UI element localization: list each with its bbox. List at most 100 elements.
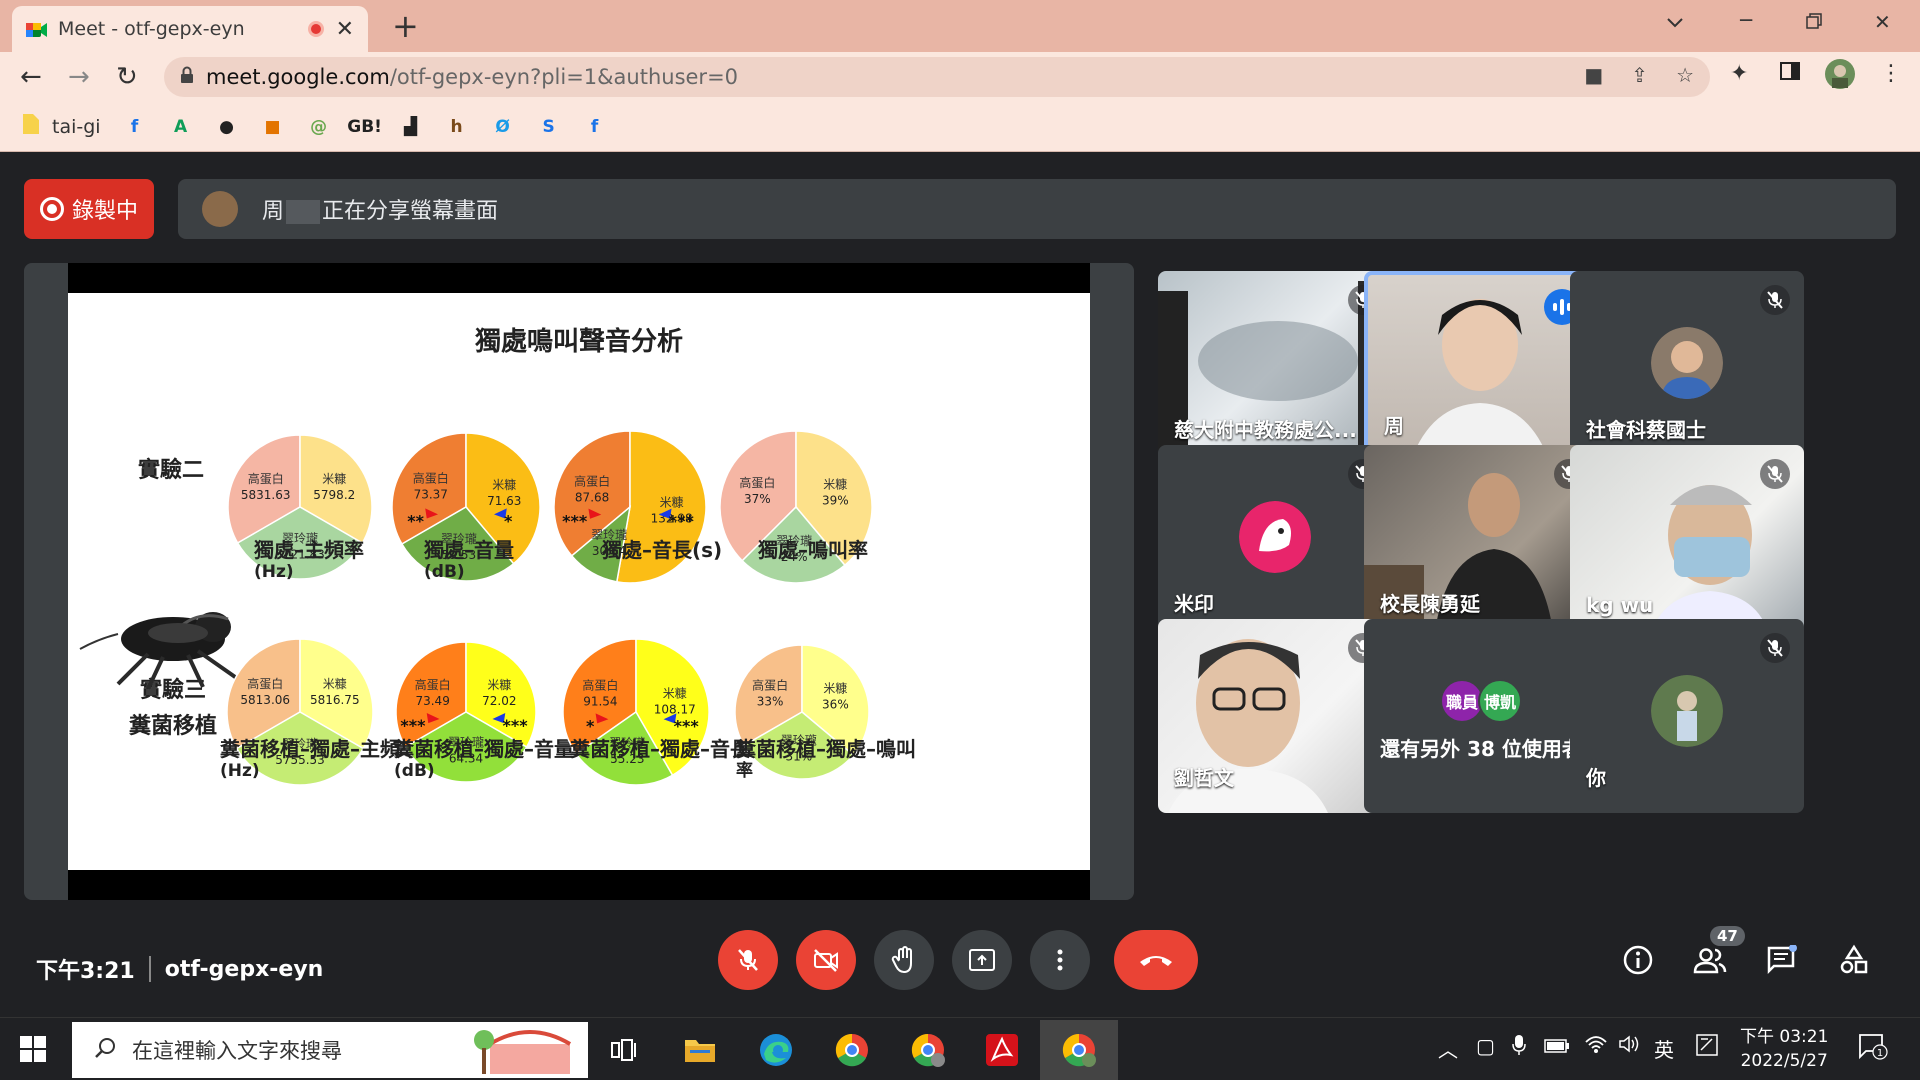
bookmark-folder-tai-gi[interactable]: tai-gi: [22, 113, 101, 140]
participant-tile[interactable]: 社會科蔡國士: [1570, 271, 1804, 465]
meeting-details-button[interactable]: [1620, 942, 1656, 978]
tray-meet-icon[interactable]: ▢: [1476, 1034, 1495, 1058]
slice-value: 39%: [822, 494, 849, 508]
chrome-profile-icon[interactable]: [908, 1030, 948, 1070]
star-bookmark-icon[interactable]: ☆: [1676, 63, 1694, 87]
chat-button[interactable]: [1764, 942, 1800, 978]
slice-value: 72.02: [482, 694, 516, 708]
chrome-menu-icon[interactable]: ⋮: [1880, 61, 1902, 86]
bookmark-circle-s-icon[interactable]: Ø: [491, 115, 515, 139]
slice-label: 高蛋白: [413, 471, 449, 486]
gb-icon: GB!: [347, 116, 382, 137]
circle-s-icon: Ø: [495, 116, 510, 137]
avatar: 博凱: [1478, 679, 1522, 723]
activities-button[interactable]: [1836, 942, 1872, 978]
windows-start-icon[interactable]: [20, 1036, 46, 1066]
edge-browser-icon[interactable]: [756, 1030, 796, 1070]
microphone-toggle-button[interactable]: [718, 930, 778, 990]
participant-name: 你: [1586, 766, 1606, 790]
significance-stars: ***: [669, 512, 695, 531]
back-arrow-icon[interactable]: ←: [20, 62, 42, 92]
close-tab-icon[interactable]: ✕: [336, 17, 354, 42]
reload-icon[interactable]: ↻: [116, 62, 138, 92]
bookmark-s-icon[interactable]: S: [537, 115, 561, 139]
participant-tile[interactable]: kg wu: [1570, 445, 1804, 639]
more-options-button[interactable]: [1030, 930, 1090, 990]
significance-stars: *: [504, 511, 513, 530]
participant-tile[interactable]: 職員 博凱 還有另外 38 位使用者: [1364, 619, 1598, 813]
address-bar[interactable]: meet.google.com/otf-gepx-eyn?pli=1&authu…: [164, 57, 1710, 97]
tab-search-chevron-icon[interactable]: [1666, 10, 1684, 34]
bookmark-globe-icon[interactable]: ●: [215, 115, 239, 139]
tray-microphone-icon[interactable]: [1512, 1034, 1526, 1061]
chrome-icon[interactable]: [832, 1030, 872, 1070]
significance-stars: *: [586, 716, 595, 735]
slice-label: 米糠: [487, 677, 511, 692]
raise-hand-button[interactable]: [874, 930, 934, 990]
pie-chart-3: 高蛋白87.68 米糠132.98翠玲瓏30.64*** ***: [553, 430, 707, 584]
pie-caption: 糞菌移植–獨處–鳴叫率: [736, 737, 916, 781]
side-panel-icon[interactable]: [1780, 61, 1800, 87]
acrobat-icon[interactable]: [982, 1030, 1022, 1070]
slice-label: 米糠: [663, 686, 687, 701]
ime-mode-icon[interactable]: [1696, 1034, 1718, 1061]
participant-tile[interactable]: 米印: [1158, 445, 1392, 639]
share-icon[interactable]: ⇪: [1631, 63, 1648, 87]
significance-stars: ***: [502, 716, 528, 735]
chrome-meet-active-icon[interactable]: [1040, 1020, 1118, 1080]
people-button[interactable]: 47: [1692, 926, 1745, 978]
bookmark-app-icon[interactable]: ■: [261, 115, 285, 139]
mic-off-icon: [738, 949, 758, 971]
bookmark-gb-icon[interactable]: GB!: [347, 115, 382, 139]
ime-indicator[interactable]: 英: [1654, 1034, 1674, 1063]
translate-icon: A: [173, 116, 188, 137]
slice-label: 高蛋白: [415, 677, 451, 692]
pie-caption: 獨處–主頻率 (Hz): [254, 538, 364, 582]
bookmark-f-icon[interactable]: f: [123, 115, 147, 139]
profile-avatar[interactable]: [1824, 58, 1856, 96]
shared-screen: 獨處鳴叫聲音分析 實驗二 實驗三 糞菌移植 高蛋白 5831.63 米糠 5798.2…: [68, 263, 1090, 900]
browser-tab[interactable]: Meet - otf-gepx-eyn ✕: [12, 6, 368, 52]
slice-value: 91.54: [583, 694, 617, 708]
pie-chart-4: 高蛋白37%米糠39%翠玲瓏24%: [719, 430, 873, 584]
slice-value: 5798.2: [313, 488, 355, 502]
muted-mic-icon: [1760, 285, 1790, 315]
camera-blocked-icon[interactable]: ■: [1584, 63, 1603, 87]
participant-tile[interactable]: 慈大附中教務處公...: [1158, 271, 1392, 465]
forward-arrow-icon[interactable]: →: [68, 62, 90, 92]
camera-toggle-button[interactable]: [796, 930, 856, 990]
bookmark-snail-icon[interactable]: @: [307, 115, 331, 139]
taskbar-search-input[interactable]: 在這裡輸入文字來搜尋: [72, 1022, 588, 1078]
presentation-view[interactable]: 獨處鳴叫聲音分析 實驗二 實驗三 糞菌移植 高蛋白 5831.63 米糠 5798.2…: [24, 263, 1134, 900]
close-window-button[interactable]: ✕: [1874, 10, 1891, 34]
folder-icon: [22, 113, 40, 140]
bookmark-f-icon-2[interactable]: f: [583, 115, 607, 139]
tray-chevron-up-icon[interactable]: ︿: [1438, 1034, 1458, 1063]
bookmark-h-icon[interactable]: h: [445, 115, 469, 139]
notification-center-icon[interactable]: 1: [1858, 1032, 1888, 1065]
present-screen-button[interactable]: [952, 930, 1012, 990]
slice-label: 米糠: [322, 471, 346, 486]
recording-badge[interactable]: 錄製中: [24, 179, 154, 239]
extensions-puzzle-icon[interactable]: ✦: [1730, 61, 1748, 86]
windows-taskbar: 在這裡輸入文字來搜尋 ︿ ▢ 英 下午 03:21 2022/5/27 1: [0, 1017, 1920, 1080]
new-tab-button[interactable]: +: [392, 8, 419, 44]
participant-tile[interactable]: 你: [1570, 619, 1804, 813]
slice-label: 米糠: [492, 477, 516, 492]
wifi-icon[interactable]: [1584, 1034, 1608, 1059]
bookmark-building-icon[interactable]: ▟: [399, 115, 423, 139]
app-icon: ■: [264, 116, 281, 137]
participant-tile[interactable]: 校長陳勇延: [1364, 445, 1598, 639]
participant-tile[interactable]: 周: [1364, 271, 1598, 465]
battery-icon[interactable]: [1544, 1034, 1570, 1058]
leave-call-button[interactable]: [1114, 930, 1198, 990]
participant-tile[interactable]: 劉哲文: [1158, 619, 1392, 813]
minimize-button[interactable]: ─: [1740, 8, 1752, 32]
restore-button[interactable]: [1806, 10, 1822, 34]
self-avatar: [1651, 675, 1723, 747]
bookmark-translate-icon[interactable]: A: [169, 115, 193, 139]
file-explorer-icon[interactable]: [680, 1030, 720, 1070]
system-clock[interactable]: 下午 03:21 2022/5/27: [1740, 1025, 1828, 1073]
task-view-icon[interactable]: [604, 1030, 644, 1070]
volume-icon[interactable]: [1618, 1034, 1640, 1059]
